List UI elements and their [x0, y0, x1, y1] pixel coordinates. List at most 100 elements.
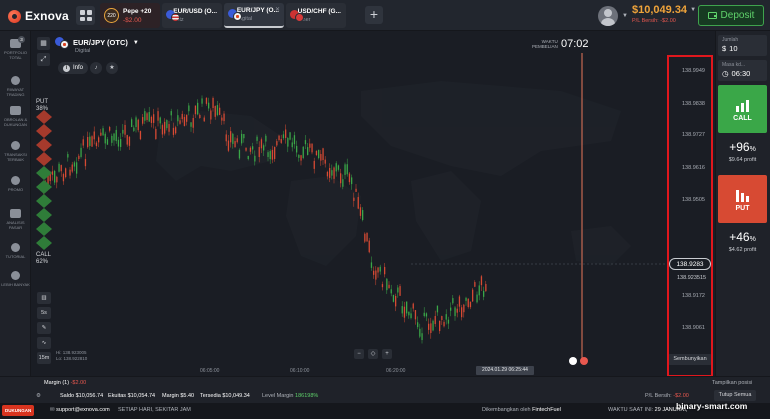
add-tab-button[interactable]: + — [365, 6, 383, 24]
candle-body — [410, 313, 412, 319]
candle-body — [313, 160, 315, 169]
candle-body — [364, 233, 366, 242]
zoom-reset-button[interactable]: ◇ — [368, 349, 378, 359]
candle-body — [298, 154, 300, 158]
candle-body — [291, 142, 293, 148]
balance-box[interactable]: $10,049.34 ▼ P/L Bersih: -$2.00 — [632, 4, 696, 24]
net-pl: P/L Bersih: -$2.00 — [632, 18, 676, 24]
price-scale-highlight — [667, 55, 713, 377]
indicator-tool-button[interactable]: ∿ — [37, 337, 51, 349]
candle-body — [417, 322, 419, 328]
tab-title: Pepe +20 — [123, 7, 152, 15]
bell-icon[interactable]: ♪ — [90, 62, 102, 74]
margin-tab[interactable]: Margin (1) -$2.00 — [44, 380, 86, 386]
candle-body — [69, 169, 71, 176]
candle-body — [124, 124, 126, 135]
sidebar-item-portfolio[interactable]: 3 PORTFOLIO TOTAL — [0, 36, 31, 60]
candle-body — [139, 131, 142, 140]
candle-body — [456, 308, 458, 313]
timeframe-5s[interactable]: 5s — [37, 307, 51, 319]
sentiment-cell — [36, 152, 52, 166]
tab-pepe[interactable]: 220 Pepe +20 -$2.00 — [100, 3, 160, 28]
chart-tool-button[interactable]: ▥ — [37, 292, 51, 304]
candle-body — [252, 146, 254, 150]
support-button[interactable]: DUKUNGAN — [2, 405, 35, 416]
candle-body — [447, 319, 450, 324]
deposit-label: Deposit — [720, 10, 755, 21]
sidebar-item-chat[interactable]: OBROLAN & DUKUNGAN — [0, 106, 31, 127]
sidebar-item-promo[interactable]: PROMO — [0, 176, 31, 192]
zoom-out-button[interactable]: − — [354, 349, 364, 359]
timer-marker-icon — [569, 357, 577, 365]
candle-body — [461, 307, 463, 318]
candle-body — [87, 137, 89, 148]
candle-body — [443, 321, 445, 327]
candle-body — [113, 133, 115, 141]
settings-icon[interactable]: ⚙ — [36, 393, 41, 399]
asset-name: EUR/JPY (OTC) — [73, 38, 128, 47]
amount-field[interactable]: Jumlah $10 — [718, 35, 767, 56]
grid-menu-button[interactable] — [76, 6, 95, 25]
tab-eur-jpy[interactable]: EUR/JPY (O... Digital ✕ — [224, 3, 284, 28]
candle-body — [425, 313, 428, 317]
tab-sub: Biner — [297, 16, 311, 23]
candle-body — [280, 138, 282, 143]
candle-body — [377, 267, 379, 273]
candle-body — [397, 287, 399, 293]
candle-body — [406, 301, 408, 314]
purchase-time-label: WAKTU PEMBELIAN — [532, 39, 558, 49]
asset-header[interactable]: EUR/JPY (OTC) ▼ — [55, 37, 139, 49]
indicator-button[interactable]: ⤢ — [37, 53, 50, 66]
candle-body — [78, 155, 80, 160]
call-button[interactable]: CALL — [718, 85, 767, 133]
avatar[interactable] — [598, 6, 618, 26]
info-button[interactable]: i Info — [58, 62, 89, 74]
candle-body — [379, 266, 381, 272]
time-tick: 06:10:00 — [290, 368, 310, 374]
sidebar-item-more[interactable]: LEBIH BANYAK — [0, 271, 31, 287]
price-chart[interactable] — [31, 31, 715, 376]
candle-body — [474, 282, 476, 287]
candle-body — [414, 310, 417, 320]
sidebar-item-history[interactable]: RIWAYAT TRADING — [0, 76, 31, 97]
candle-body — [258, 147, 260, 157]
chart-type-button[interactable]: ▦ — [37, 37, 50, 50]
candle-body — [355, 188, 357, 192]
candle-body — [117, 139, 120, 147]
chevron-down-icon[interactable]: ▼ — [622, 13, 628, 19]
sidebar-item-analysis[interactable]: ANALISIS PASAR — [0, 209, 31, 230]
draw-tool-button[interactable]: ✎ — [37, 322, 51, 334]
candle-body — [274, 147, 276, 159]
world-map-shape — [411, 171, 481, 261]
zoom-in-button[interactable]: + — [382, 349, 392, 359]
candle-body — [76, 162, 78, 174]
wallet-icon — [707, 12, 717, 19]
put-button[interactable]: PUT — [718, 175, 767, 223]
time-tick: 06:20:00 — [386, 368, 406, 374]
candle-body — [260, 139, 263, 149]
sidebar-item-tutorial[interactable]: TUTORIAL — [0, 243, 31, 259]
candle-body — [267, 152, 269, 158]
candle-body — [337, 165, 340, 170]
sidebar-item-top-trades[interactable]: TRANSAKSI TERBAIK — [0, 141, 31, 162]
bar-up-icon — [735, 100, 749, 112]
candle-body — [282, 134, 285, 139]
candlestick-plot[interactable] — [31, 31, 715, 376]
tab-eur-usd[interactable]: EUR/USD (O... Blitz — [162, 3, 222, 28]
star-icon[interactable]: ★ — [106, 62, 118, 74]
timeframe-15m[interactable]: 15m — [37, 352, 51, 364]
close-icon[interactable]: ✕ — [275, 6, 280, 13]
call-payout: +96% — [729, 140, 756, 154]
close-all-button[interactable]: Tutup Semua — [714, 390, 756, 401]
logo[interactable]: Exnova — [8, 9, 69, 23]
support-email[interactable]: ✉ support@exnova.com — [50, 407, 110, 413]
candle-body — [109, 127, 111, 131]
tab-usd-chf[interactable]: USD/CHF (G... Biner — [286, 3, 346, 28]
time-tick: 06:05:00 — [200, 368, 220, 374]
tab-sub: -$2.00 — [123, 16, 142, 24]
candle-body — [293, 135, 296, 145]
expiry-field[interactable]: Masa kd... ◷ 06:30 — [718, 60, 767, 81]
candle-body — [342, 179, 344, 187]
deposit-button[interactable]: Deposit — [698, 5, 764, 26]
show-positions-link[interactable]: Tampilkan posisi — [712, 380, 752, 386]
